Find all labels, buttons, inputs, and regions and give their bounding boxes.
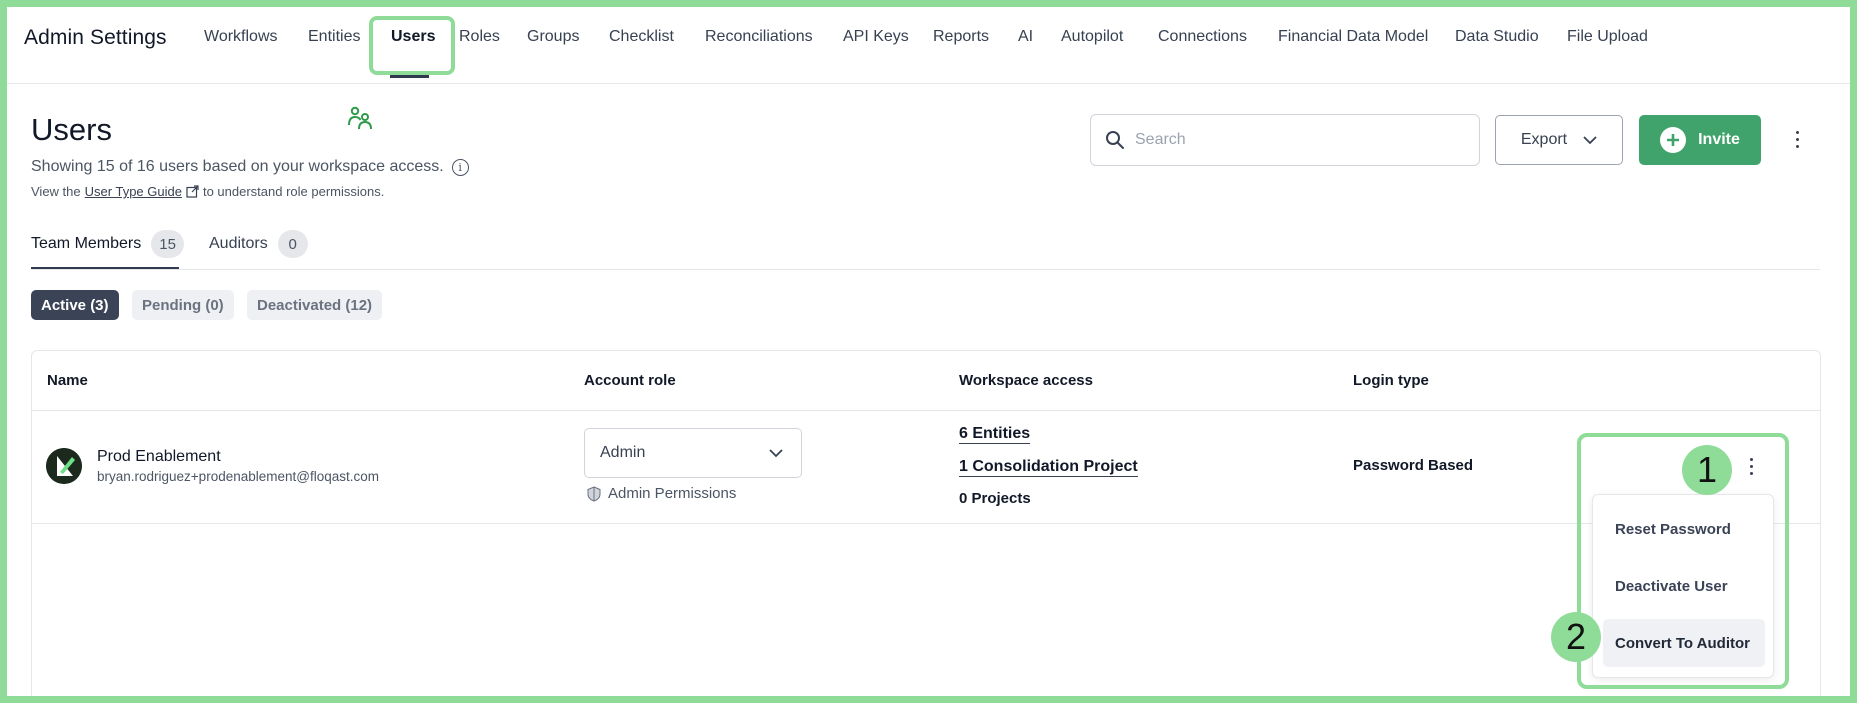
filter-active[interactable]: Active (3) xyxy=(31,290,119,320)
tab-workflows[interactable]: Workflows xyxy=(204,28,278,46)
users-tab-highlight xyxy=(369,16,455,75)
team-members-count: 15 xyxy=(151,230,184,258)
header-divider xyxy=(32,410,1820,411)
tab-checklist[interactable]: Checklist xyxy=(609,28,674,46)
admin-permissions: Admin Permissions xyxy=(587,485,736,502)
tab-api-keys[interactable]: API Keys xyxy=(843,28,909,46)
filter-deactivated[interactable]: Deactivated (12) xyxy=(247,290,383,320)
user-type-guide-link[interactable]: User Type Guide xyxy=(85,184,182,199)
search-input[interactable] xyxy=(1135,131,1455,149)
tab-reconciliations[interactable]: Reconciliations xyxy=(705,28,813,46)
column-header-name: Name xyxy=(47,372,88,389)
user-email: bryan.rodriguez+prodenablement@floqast.c… xyxy=(97,469,379,484)
tab-autopilot[interactable]: Autopilot xyxy=(1061,28,1123,46)
entities-link[interactable]: 6 Entities xyxy=(959,424,1031,444)
consolidation-project-link[interactable]: 1 Consolidation Project xyxy=(959,457,1138,477)
step-marker-2: 2 xyxy=(1551,612,1601,662)
tab-roles[interactable]: Roles xyxy=(459,28,500,46)
chevron-down-icon xyxy=(1583,135,1597,144)
app-title: Admin Settings xyxy=(24,26,167,49)
search-icon xyxy=(1106,131,1124,149)
projects-count: 0 Projects xyxy=(959,490,1031,507)
page-title: Users xyxy=(31,112,112,147)
avatar xyxy=(46,448,82,484)
info-icon[interactable]: i xyxy=(451,158,469,176)
step-marker-1: 1 xyxy=(1682,445,1732,495)
team-tab-underline xyxy=(31,267,179,269)
page-more-options-icon[interactable] xyxy=(1796,131,1799,148)
column-header-workspace-access: Workspace access xyxy=(959,372,1093,389)
export-button[interactable]: Export xyxy=(1495,115,1623,165)
tab-connections[interactable]: Connections xyxy=(1158,28,1247,46)
user-type-guide-line: View the User Type Guide to understand r… xyxy=(31,184,385,199)
users-table xyxy=(31,350,1821,703)
chevron-down-icon xyxy=(769,448,783,457)
user-name: Prod Enablement xyxy=(97,448,221,465)
tab-entities[interactable]: Entities xyxy=(308,28,360,46)
login-type: Password Based xyxy=(1353,457,1474,474)
tab-data-studio[interactable]: Data Studio xyxy=(1455,28,1539,46)
auditors-count: 0 xyxy=(277,230,308,258)
tab-team-members[interactable]: Team Members 15 xyxy=(31,229,184,259)
active-tab-underline xyxy=(390,75,429,78)
users-icon xyxy=(348,106,372,130)
column-header-account-role: Account role xyxy=(584,372,676,389)
external-link-icon xyxy=(186,185,199,198)
filter-pending[interactable]: Pending (0) xyxy=(132,290,234,320)
tab-groups[interactable]: Groups xyxy=(527,28,579,46)
tab-financial-data-model[interactable]: Financial Data Model xyxy=(1278,28,1428,46)
search-field[interactable] xyxy=(1090,114,1480,166)
invite-button[interactable]: Invite xyxy=(1639,115,1761,165)
shield-icon xyxy=(587,485,601,502)
team-tabs-divider xyxy=(31,269,1820,270)
tab-ai[interactable]: AI xyxy=(1018,28,1033,46)
account-role-select[interactable]: Admin xyxy=(584,428,802,478)
plus-circle-icon xyxy=(1660,127,1687,153)
column-header-login-type: Login type xyxy=(1353,372,1429,389)
tab-auditors[interactable]: Auditors 0 xyxy=(209,229,308,259)
row-divider xyxy=(32,523,1820,524)
showing-count-text: Showing 15 of 16 users based on your wor… xyxy=(31,158,469,176)
tab-file-upload[interactable]: File Upload xyxy=(1567,28,1648,46)
tab-reports[interactable]: Reports xyxy=(933,28,989,46)
